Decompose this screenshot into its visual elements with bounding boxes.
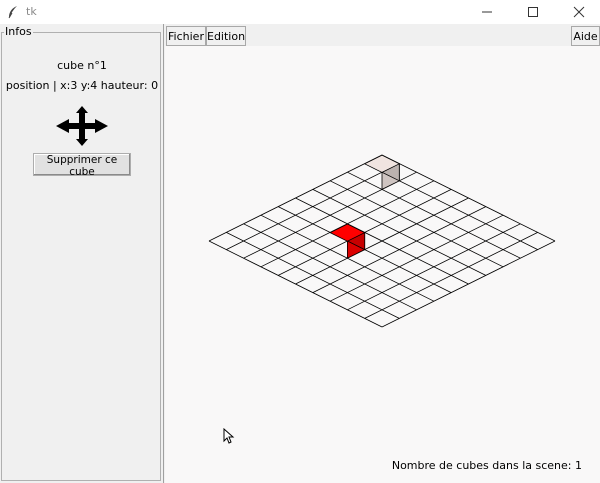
infos-groupbox [1, 32, 161, 481]
minimize-button[interactable] [464, 0, 510, 24]
maximize-button[interactable] [510, 0, 556, 24]
close-button[interactable] [556, 0, 600, 24]
cube-count-status: Nombre de cubes dans la scene: 1 [391, 459, 582, 472]
cube-1[interactable] [329, 223, 366, 259]
window-title: tk [26, 5, 37, 18]
cubes-layer [329, 154, 401, 259]
isometric-grid[interactable] [165, 46, 600, 483]
window-titlebar: tk [0, 0, 600, 24]
close-icon [573, 6, 585, 18]
mouse-cursor-icon [223, 428, 235, 444]
menu-aide[interactable]: Aide [571, 26, 600, 46]
minimize-icon [482, 11, 492, 13]
selected-cube-position: position | x:3 y:4 hauteur: 0 [5, 79, 159, 92]
delete-cube-button[interactable]: Supprimer ce cube [33, 153, 131, 178]
maximize-icon [528, 7, 538, 17]
cube-2[interactable] [363, 154, 401, 191]
menu-bar: Fichier Edition Aide [164, 24, 600, 46]
scene-canvas[interactable]: Nombre de cubes dans la scene: 1 [165, 46, 600, 483]
infos-group-label: Infos [4, 25, 33, 38]
selected-cube-name: cube n°1 [57, 59, 107, 72]
menu-fichier[interactable]: Fichier [166, 26, 206, 46]
menu-edition[interactable]: Edition [206, 26, 246, 46]
four-way-arrow-icon[interactable] [54, 106, 110, 146]
feather-icon [8, 6, 17, 19]
info-panel: Infos cube n°1 position | x:3 y:4 hauteu… [0, 24, 164, 483]
